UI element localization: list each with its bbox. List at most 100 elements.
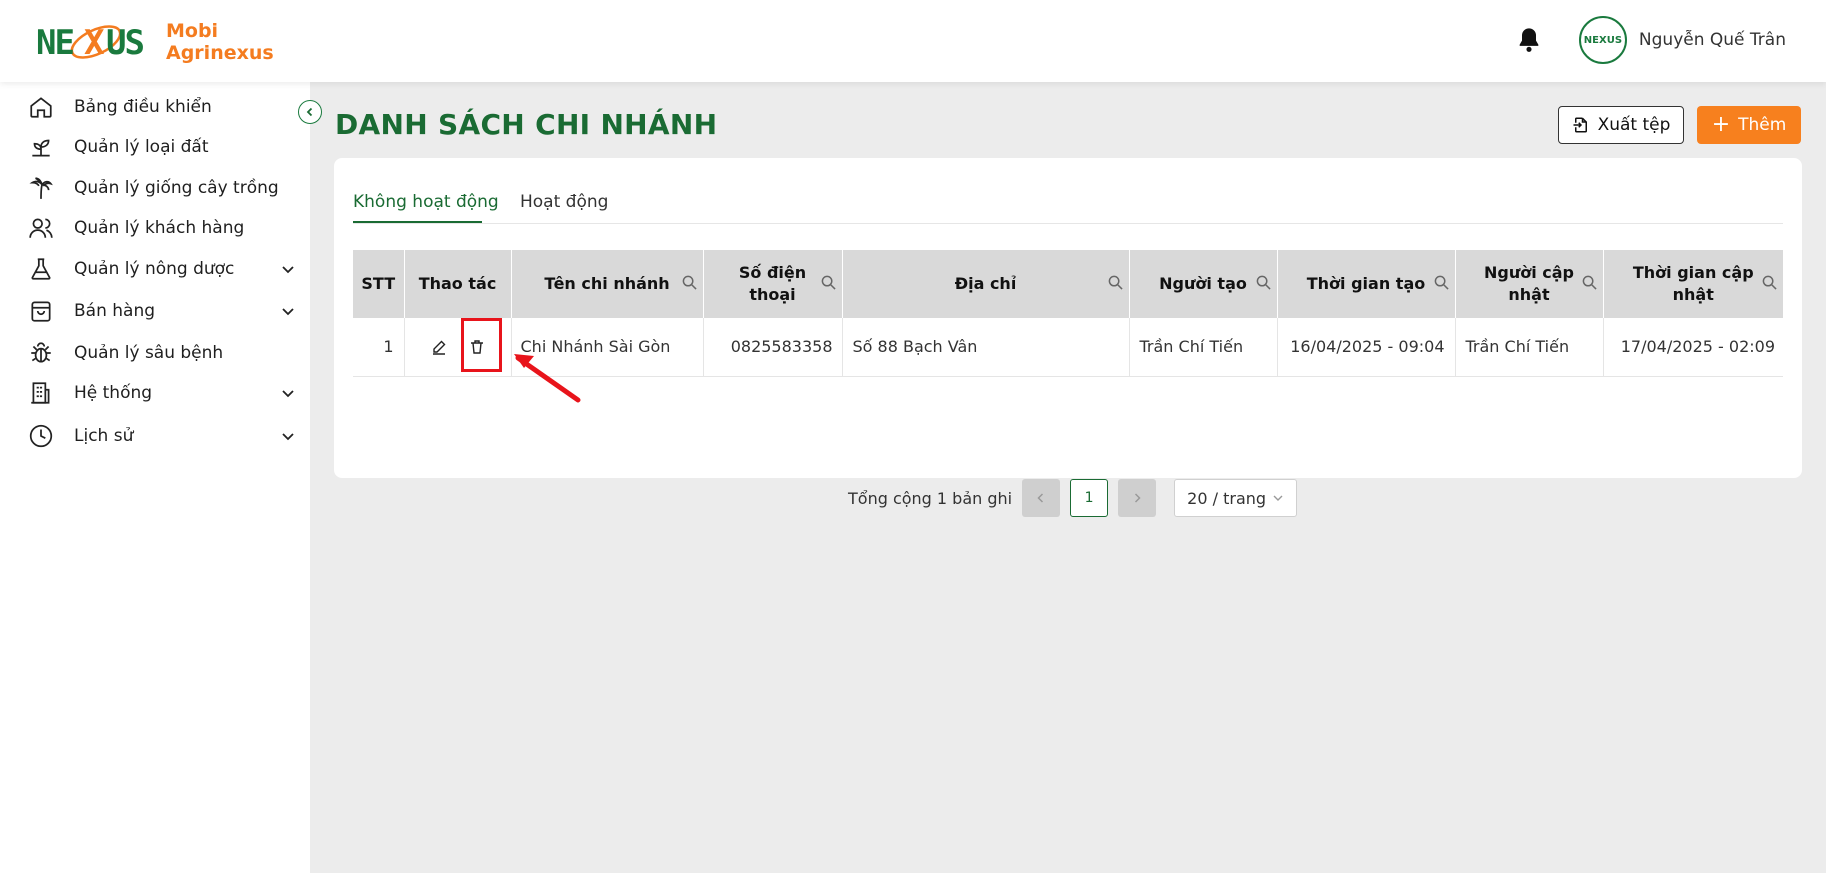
chevron-right-icon [1135, 493, 1141, 503]
search-icon[interactable] [1108, 275, 1123, 290]
page-size-value: 20 / trang [1187, 488, 1267, 508]
pagination: Tổng cộng 1 bản ghi 1 20 / trang [848, 478, 1298, 518]
sidebar-item-label: Quản lý khách hàng [74, 218, 245, 238]
prev-page-button[interactable] [1022, 479, 1061, 517]
bell-icon[interactable] [1515, 26, 1543, 54]
sidebar-item-label: Bảng điều khiển [74, 97, 212, 117]
building-icon [31, 382, 50, 404]
main-content: DANH SÁCH CHI NHÁNH Xuất tệp + Thêm Khôn… [310, 82, 1826, 873]
brand-line-2: Agrinexus [166, 42, 274, 64]
page-size-select[interactable]: 20 / trang [1174, 479, 1298, 517]
column-label: Người cập nhật [1483, 263, 1574, 304]
cell-updated-at: 17/04/2025 - 02:09 [1603, 318, 1783, 377]
sidebar-item-label: Quản lý loại đất [74, 137, 209, 157]
delete-highlight-box [461, 318, 502, 372]
search-icon[interactable] [1582, 275, 1597, 290]
avatar[interactable]: NEXUS [1578, 16, 1627, 64]
users-icon [29, 218, 53, 238]
user-name[interactable]: Nguyễn Quế Trân [1639, 30, 1786, 50]
total-records: Tổng cộng 1 bản ghi [848, 488, 1013, 508]
column-header-updater[interactable]: Người cập nhật [1455, 250, 1604, 318]
cell-updater: Trần Chí Tiến [1455, 318, 1604, 377]
avatar-logo-text: NEXUS [1583, 34, 1623, 46]
chevron-down-icon[interactable] [280, 261, 296, 277]
chevron-left-icon [1037, 493, 1044, 503]
palm-tree-icon [29, 177, 53, 199]
sidebar-item-soil-types[interactable]: Quản lý loại đất [28, 130, 296, 164]
sidebar-item-pests[interactable]: Quản lý sâu bệnh [28, 336, 296, 370]
status-tabs: Không hoạt động Hoạt động [353, 186, 1783, 224]
export-file-icon [1573, 117, 1587, 133]
tab-active[interactable]: Hoạt động [520, 192, 608, 212]
add-button[interactable]: + Thêm [1697, 106, 1801, 144]
table-header-row: STT Thao tác Tên chi nhánh Số điện thoại… [353, 250, 1783, 318]
sidebar-item-customers[interactable]: Quản lý khách hàng [28, 211, 296, 245]
chevron-down-icon[interactable] [280, 428, 296, 444]
tab-inactive[interactable]: Không hoạt động [353, 192, 499, 212]
next-page-button[interactable] [1118, 479, 1157, 517]
sidebar-item-dashboard[interactable]: Bảng điều khiển [28, 90, 296, 124]
column-label: Tên chi nhánh [544, 274, 670, 293]
home-icon [30, 97, 52, 118]
sidebar-collapse-button[interactable] [298, 100, 322, 124]
edit-icon[interactable] [431, 339, 447, 355]
plus-icon: + [1711, 112, 1731, 137]
search-icon[interactable] [682, 275, 697, 290]
search-icon[interactable] [1762, 275, 1777, 290]
cell-creator: Trần Chí Tiến [1129, 318, 1278, 377]
column-label: Người tạo [1159, 274, 1247, 293]
chevron-left-icon [306, 107, 313, 117]
column-header-created-at[interactable]: Thời gian tạo [1277, 250, 1456, 318]
clock-icon [29, 424, 53, 448]
bug-icon [31, 342, 51, 363]
export-button[interactable]: Xuất tệp [1558, 106, 1684, 144]
column-header-updated-at[interactable]: Thời gian cập nhật [1603, 250, 1783, 318]
chevron-down-icon[interactable] [280, 303, 296, 319]
column-header-creator[interactable]: Người tạo [1129, 250, 1278, 318]
sidebar: Bảng điều khiển Quản lý loại đất Quản lý… [0, 82, 310, 873]
nexus-logo-icon: NE X US [36, 23, 145, 63]
red-arrow-icon [514, 354, 581, 403]
cell-stt: 1 [353, 318, 405, 377]
sidebar-item-system[interactable]: Hệ thống [28, 376, 296, 410]
svg-text:X: X [84, 23, 105, 63]
branch-list-card: Không hoạt động Hoạt động STT Thao tác T… [334, 158, 1802, 478]
sprout-icon [32, 139, 50, 157]
active-tab-indicator [353, 221, 482, 223]
column-label: Thời gian tạo [1306, 274, 1426, 293]
sidebar-item-label: Quản lý nông dược [74, 259, 235, 279]
brand-name: Mobi Agrinexus [166, 20, 274, 64]
sidebar-item-history[interactable]: Lịch sử [28, 419, 296, 453]
column-header-actions: Thao tác [404, 250, 512, 318]
brand-logo[interactable]: NE X US Mobi Agrinexus [34, 14, 274, 70]
cell-address: Số 88 Bạch Vân [842, 318, 1130, 377]
search-icon[interactable] [821, 275, 836, 290]
sidebar-item-label: Hệ thống [74, 383, 153, 403]
column-header-phone[interactable]: Số điện thoại [703, 250, 843, 318]
sidebar-item-label: Quản lý sâu bệnh [74, 343, 224, 363]
sidebar-item-pesticides[interactable]: Quản lý nông dược [28, 252, 296, 286]
page-number-button[interactable]: 1 [1070, 479, 1109, 517]
cell-created-at: 16/04/2025 - 09:04 [1277, 318, 1456, 377]
column-header-address[interactable]: Địa chỉ [842, 250, 1130, 318]
column-header-stt: STT [353, 250, 405, 318]
sidebar-item-sales[interactable]: Bán hàng [28, 294, 296, 328]
column-label: Thời gian cập nhật [1632, 263, 1754, 304]
chevron-down-icon [1273, 495, 1283, 501]
sidebar-item-label: Quản lý giống cây trồng [74, 178, 279, 198]
svg-text:US: US [106, 23, 143, 63]
svg-text:NE: NE [36, 23, 73, 63]
sidebar-item-plant-varieties[interactable]: Quản lý giống cây trồng [28, 171, 296, 205]
search-icon[interactable] [1256, 275, 1271, 290]
column-label: Địa chỉ [954, 274, 1017, 293]
chevron-down-icon[interactable] [280, 385, 296, 401]
add-label: Thêm [1738, 115, 1787, 135]
flask-icon [31, 258, 51, 280]
brand-line-1: Mobi [166, 20, 219, 42]
column-header-branch-name[interactable]: Tên chi nhánh [511, 250, 704, 318]
search-icon[interactable] [1434, 275, 1449, 290]
top-header: NE X US Mobi Agrinexus NEXUS Nguyễn Quế … [0, 0, 1826, 82]
page-title: DANH SÁCH CHI NHÁNH [335, 108, 718, 141]
cell-phone: 0825583358 [703, 318, 843, 377]
export-label: Xuất tệp [1597, 115, 1671, 135]
